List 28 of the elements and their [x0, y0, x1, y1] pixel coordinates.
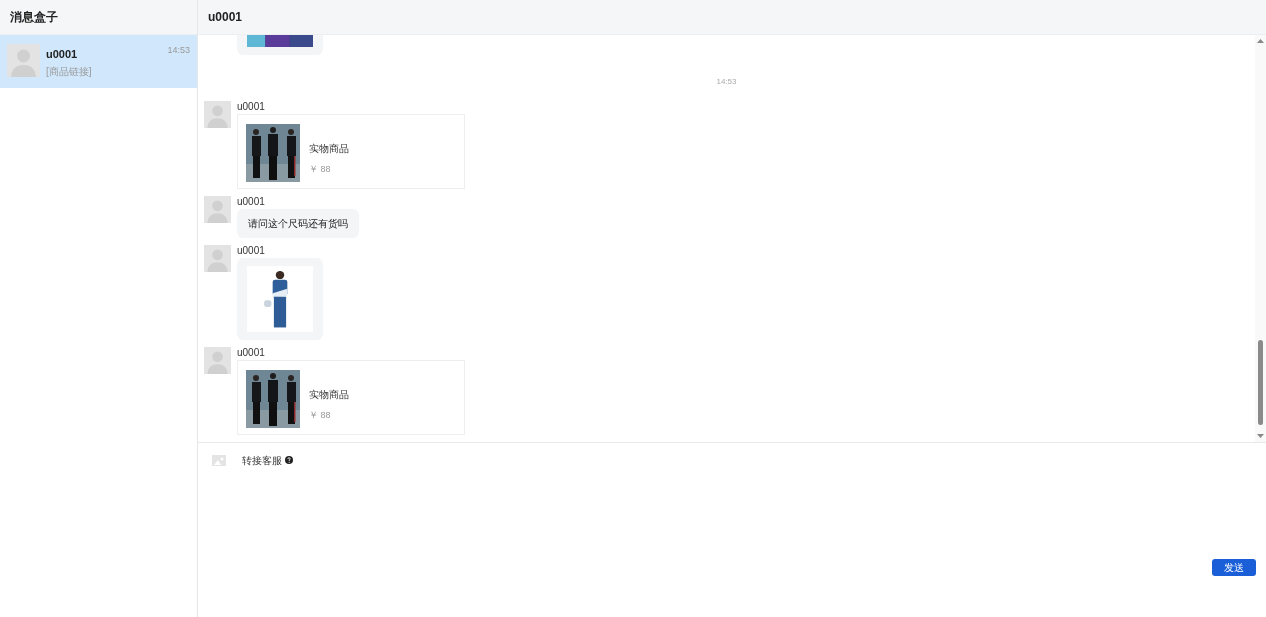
product-card[interactable]: 实物商品 ￥ 88: [237, 360, 465, 435]
product-price: ￥ 88: [309, 409, 332, 422]
message-bubble: 请问这个尺码还有货吗: [237, 209, 359, 238]
avatar-icon: [204, 101, 231, 128]
sender-name: u0001: [237, 245, 265, 257]
message-preview: [商品链接]: [46, 64, 93, 79]
image-bubble[interactable]: [237, 258, 323, 340]
avatar-icon: [204, 245, 231, 272]
product-title: 实物商品: [309, 142, 349, 156]
sidebar-title: 消息盒子: [0, 0, 197, 35]
avatar-icon: [204, 347, 231, 374]
conversation-item[interactable]: u0001 14:53 [商品链接]: [0, 35, 197, 88]
chat-title: u0001: [198, 0, 1266, 35]
product-price: ￥ 88: [309, 163, 332, 176]
transfer-link[interactable]: 转接客服: [242, 452, 282, 468]
sender-name: u0001: [237, 196, 265, 208]
contact-name: u0001: [46, 47, 78, 62]
scrollbar[interactable]: [1255, 35, 1266, 442]
message-time: 14:53: [167, 44, 190, 57]
send-button[interactable]: 发送: [1212, 559, 1256, 576]
product-card[interactable]: 实物商品 ￥ 88: [237, 114, 465, 189]
sender-name: u0001: [237, 347, 265, 359]
avatar-icon: [7, 44, 40, 77]
sender-name: u0001: [237, 101, 265, 113]
product-title: 实物商品: [309, 388, 349, 402]
timestamp: 14:53: [716, 77, 737, 86]
avatar-icon: [204, 196, 231, 223]
help-icon[interactable]: [285, 456, 293, 464]
